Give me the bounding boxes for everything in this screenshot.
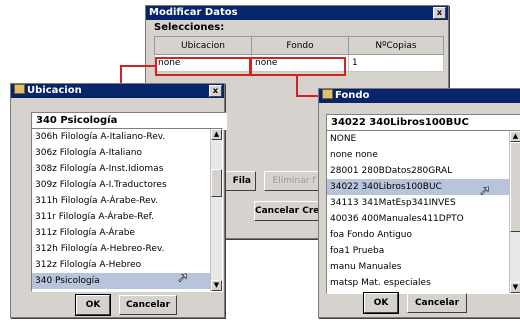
cell-copias[interactable]: 1	[348, 54, 444, 72]
list-item[interactable]: none none	[327, 147, 520, 163]
list-item[interactable]: 312z Filología A-Hebreo	[32, 257, 222, 273]
list-item[interactable]: 309z Filología A-I.Traductores	[32, 177, 222, 193]
ubicacion-title: Ubicacion	[27, 85, 82, 96]
list-item[interactable]: NONE	[327, 131, 520, 147]
scroll-up-arrow-icon[interactable]: ▲	[211, 129, 222, 140]
table-header-row: Ubicacion Fondo NºCopias	[154, 36, 444, 55]
column-header-ubicacion[interactable]: Ubicacion	[154, 36, 252, 55]
fondo-connector-v	[296, 75, 298, 96]
scroll-thumb[interactable]	[211, 169, 222, 197]
table-row[interactable]: none none 1	[154, 54, 444, 72]
list-item[interactable]: 306h Filología A-Italiano-Rev.	[32, 129, 222, 145]
list-item[interactable]: 340 Psicología	[32, 273, 222, 289]
modificar-datos-title: Modificar Datos	[149, 7, 238, 18]
list-item[interactable]: 311z Filología A-Árabe	[32, 225, 222, 241]
fondo-list[interactable]: NONE none none 28001 280BDatos280GRAL 34022…	[326, 130, 520, 294]
list-item[interactable]: matsp Mat. especiales	[327, 275, 520, 291]
ubicacion-cancel-button[interactable]: Cancelar	[119, 295, 177, 315]
ubicacion-connector-v	[120, 65, 122, 83]
list-item[interactable]: foa1 Prueba	[327, 243, 520, 259]
close-icon[interactable]: x	[209, 85, 222, 97]
ubicacion-list[interactable]: 306h Filología A-Italiano-Rev. 306z Filol…	[31, 128, 223, 292]
list-item[interactable]: 311h Filología A-Árabe-Rev.	[32, 193, 222, 209]
list-item[interactable]: 312h Filología A-Hebreo-Rev.	[32, 241, 222, 257]
column-header-fondo[interactable]: Fondo	[251, 36, 349, 55]
scroll-thumb[interactable]	[510, 142, 520, 232]
list-item[interactable]: 34113 341MatEsp341INVES	[327, 195, 520, 211]
fondo-connector-h	[296, 95, 320, 97]
mouse-pointer-icon: ➚	[177, 270, 189, 287]
selecciones-label: Selecciones:	[154, 22, 225, 33]
list-item[interactable]: 34022 340Libros100BUC	[327, 179, 520, 195]
fondo-title: Fondo	[335, 90, 370, 101]
list-item[interactable]: 28001 280BDatos280GRAL	[327, 163, 520, 179]
fondo-titlebar[interactable]: Fondo	[319, 89, 520, 103]
scroll-up-arrow-icon[interactable]: ▲	[510, 131, 520, 142]
window-icon	[14, 84, 25, 94]
ubicacion-dialog: Ubicacion x 340 Psicología 306h Filologí…	[10, 83, 227, 318]
scroll-down-arrow-icon[interactable]: ▼	[211, 280, 222, 291]
ubicacion-ok-button[interactable]: OK	[75, 294, 111, 316]
close-icon[interactable]: x	[433, 7, 446, 19]
list-item[interactable]: 308z Filología A-Inst.Idiomas	[32, 161, 222, 177]
cell-ubicacion[interactable]: none	[154, 54, 252, 72]
column-header-copias[interactable]: NºCopias	[348, 36, 444, 55]
list-item[interactable]: foa Fondo Antiguo	[327, 227, 520, 243]
list-item[interactable]: 306z Filología A-Italiano	[32, 145, 222, 161]
list-item[interactable]: manu Manuales	[327, 259, 520, 275]
selecciones-table: Ubicacion Fondo NºCopias none none 1	[154, 36, 444, 72]
list-item[interactable]: 311r Filología A-Árabe-Ref.	[32, 209, 222, 225]
fondo-dialog: Fondo 34022 340Libros100BUC NONE none non…	[318, 88, 520, 318]
list-item[interactable]: 40036 400Manuales411DPTO	[327, 211, 520, 227]
fondo-scrollbar[interactable]: ▲ ▼	[509, 131, 520, 293]
fondo-ok-button[interactable]: OK	[363, 292, 399, 314]
cell-fondo[interactable]: none	[251, 54, 349, 72]
mouse-pointer-icon: ➚	[479, 183, 491, 200]
ubicacion-connector-h	[120, 65, 156, 67]
window-icon	[322, 89, 333, 99]
ubicacion-titlebar[interactable]: Ubicacion x	[11, 84, 224, 98]
cancel-create-button[interactable]: Cancelar Crea	[254, 201, 326, 221]
scroll-down-arrow-icon[interactable]: ▼	[510, 282, 520, 293]
modificar-datos-titlebar[interactable]: Modificar Datos x	[146, 6, 448, 20]
delete-row-button[interactable]: Eliminar f	[264, 171, 324, 191]
fondo-cancel-button[interactable]: Cancelar	[407, 293, 467, 313]
ubicacion-scrollbar[interactable]: ▲ ▼	[210, 129, 222, 291]
